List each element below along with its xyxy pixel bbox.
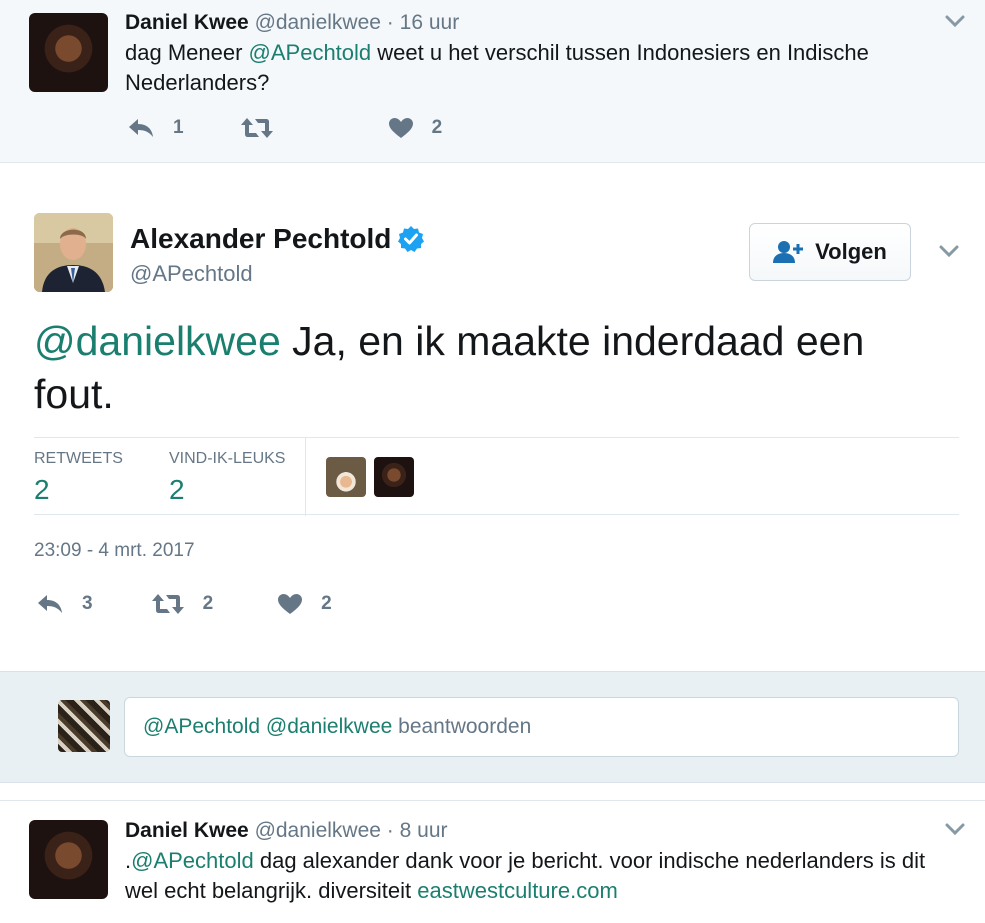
mention-link[interactable]: @danielkwee [34,318,281,364]
author-name[interactable]: Daniel Kwee [125,819,249,842]
avatar-daniel-kwee[interactable] [29,820,108,899]
tweet-time[interactable]: 8 uur [400,819,448,842]
retweet-icon [240,118,273,138]
heart-icon [278,594,303,614]
likes-value: 2 [169,474,185,505]
reply-button[interactable]: 1 [127,117,184,139]
reply-button[interactable]: 3 [36,593,93,615]
separator: · [386,819,394,842]
tweet-time[interactable]: 16 uur [400,11,460,34]
mention-link[interactable]: @APechtold [249,40,372,65]
like-button[interactable]: 2 [388,117,443,139]
reply-count: 1 [173,117,184,138]
follow-person-icon [773,241,804,263]
tweet-top[interactable]: Daniel Kwee @danielkwee · 16 uur dag Men… [0,0,985,163]
verified-icon [398,226,425,252]
follow-button[interactable]: Volgen [749,223,911,281]
url-link[interactable]: eastwestculture.com [417,878,618,903]
tweet-header: Daniel Kwee @danielkwee · 16 uur [125,11,459,35]
reply-area: @APechtold @danielkwee beantwoorden [0,671,985,783]
tweet-actions: 3 2 2 [36,593,390,615]
current-user-avatar[interactable] [58,700,110,752]
tweet-bottom[interactable]: Daniel Kwee @danielkwee · 8 uur .@APecht… [0,800,985,923]
likes-label: VIND-IK-LEUKS [169,450,286,467]
separator: · [386,11,394,34]
follow-label: Volgen [815,239,887,264]
retweet-button[interactable] [240,117,292,139]
liker-avatar[interactable] [374,457,414,497]
tweet-text: .@APechtold dag alexander dank voor je b… [125,846,955,906]
tweet-actions: 1 2 [127,117,500,139]
mention-link[interactable]: @APechtold [131,848,254,873]
retweet-icon [151,594,184,614]
like-button[interactable]: 2 [277,593,332,615]
author-handle[interactable]: @danielkwee [255,819,381,842]
main-tweet-text: @danielkwee Ja, en ik maakte inderdaad e… [34,315,954,421]
heart-icon [388,118,413,138]
likes-stat[interactable]: VIND-IK-LEUKS 2 [169,450,285,506]
chevron-down-icon[interactable] [944,818,966,840]
author-name[interactable]: Daniel Kwee [125,11,249,34]
tweet-stats: RETWEETS 2 VIND-IK-LEUKS 2 [34,437,959,516]
reply-icon [129,119,153,137]
reply-input[interactable]: @APechtold @danielkwee beantwoorden [124,697,959,757]
reply-count: 3 [82,593,93,614]
stats-divider [305,438,306,516]
retweets-label: RETWEETS [34,450,123,467]
reply-icon [38,595,62,613]
retweets-stat[interactable]: RETWEETS 2 [34,450,123,506]
tweet-timestamp[interactable]: 23:09 - 4 mrt. 2017 [34,540,195,562]
author-handle[interactable]: @APechtold [130,261,253,287]
tweet-text: dag Meneer @APechtold weet u het verschi… [125,38,945,98]
author-header: Alexander Pechtold [130,223,425,255]
chevron-down-icon[interactable] [938,240,960,262]
avatar-alexander-pechtold[interactable] [34,213,113,292]
tweet-text-part: dag Meneer [125,40,249,65]
author-name[interactable]: Alexander Pechtold [130,223,391,255]
avatar-daniel-kwee[interactable] [29,13,108,92]
like-count: 2 [431,117,443,138]
retweet-button[interactable]: 2 [151,593,214,615]
reply-placeholder: beantwoorden [398,715,532,738]
reply-mention: @APechtold [143,715,261,738]
liker-avatar[interactable] [326,457,366,497]
retweets-value: 2 [34,474,50,505]
retweet-count: 2 [202,593,214,614]
chevron-down-icon[interactable] [944,10,966,32]
like-count: 2 [321,593,332,614]
author-handle[interactable]: @danielkwee [255,11,381,34]
tweet-header: Daniel Kwee @danielkwee · 8 uur [125,819,448,843]
reply-mention: @danielkwee [265,715,393,738]
main-tweet: Alexander Pechtold @APechtold Volgen @da… [0,163,985,671]
avatar-photo [34,213,113,292]
